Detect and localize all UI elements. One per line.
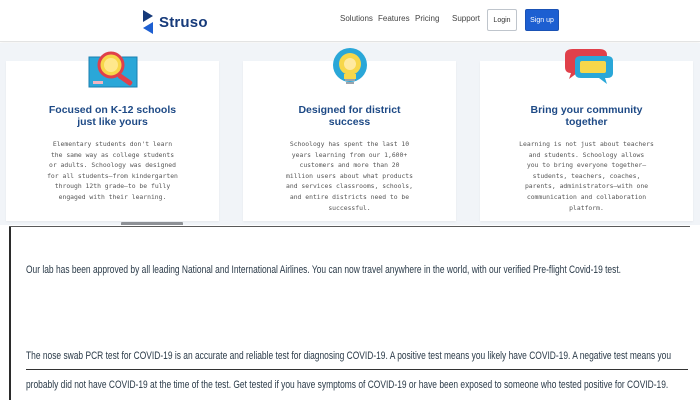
feature-description: Elementary students don't learn the same… (34, 139, 191, 203)
description-line: Elementary students don't learn (52, 140, 173, 148)
feature-title-line: success (328, 116, 371, 128)
top-navigation-bar: Struso Solutions Features Pricing Suppor… (0, 0, 700, 42)
nav-support[interactable]: Support (452, 14, 480, 23)
login-button[interactable]: Login (487, 9, 517, 31)
signup-button[interactable]: Sign up (525, 9, 559, 31)
feature-card-community: Bring your community together Learning i… (480, 49, 693, 221)
description-line: communication and collaboration (526, 192, 647, 201)
pcr-test-paragraph-line2: probably did not have COVID-19 at the ti… (26, 379, 669, 391)
feature-card-k12: Focused on K-12 schools just like yours … (6, 51, 219, 221)
features-section: Focused on K-12 schools just like yours … (0, 43, 700, 225)
description-line: and services classrooms, schools, (286, 182, 413, 191)
magnifier-illustration-icon (81, 45, 145, 100)
feature-title-line: just like yours (77, 116, 148, 128)
description-line: successful. (328, 203, 371, 212)
description-line: million users about what products (286, 171, 413, 180)
brand-name: Struso (159, 13, 208, 31)
feature-title-line: Focused on K-12 schools (48, 104, 177, 116)
lightbulb-illustration-icon (318, 45, 382, 100)
brand-logo[interactable]: Struso (140, 8, 208, 36)
nav-features[interactable]: Features (378, 14, 410, 23)
description-line: and students. Schoology allows (528, 150, 645, 159)
description-line: the same way as college students (50, 150, 175, 159)
description-line: or adults. Schoology was designed (49, 161, 176, 170)
description-line: engaged with their learning. (58, 192, 167, 201)
description-line: Schoology has spent the last 10 (289, 140, 410, 148)
feature-title: Bring your community together (480, 104, 693, 128)
feature-title: Designed for district success (243, 104, 456, 128)
description-line: platform. (569, 203, 604, 212)
description-line: Learning is not just about teachers (519, 140, 654, 148)
description-line: students, teachers, coaches, (532, 171, 641, 180)
chat-bubbles-illustration-icon (555, 45, 619, 100)
airline-approval-paragraph: Our lab has been approved by all leading… (26, 264, 622, 276)
description-line: years learning from our 1,600+ (291, 150, 408, 159)
description-line: parents, administrators—with one (524, 182, 649, 191)
left-border-line (9, 227, 11, 400)
nav-pricing[interactable]: Pricing (415, 14, 439, 23)
section-divider (9, 226, 690, 227)
text-underline-rule (26, 369, 688, 370)
feature-title-line: together (565, 116, 608, 128)
feature-card-district: Designed for district success Schoology … (243, 48, 456, 221)
struso-logo-icon (143, 10, 153, 34)
covid-info-section (0, 225, 700, 400)
description-line: customers and more than 20 (299, 161, 400, 170)
feature-title: Focused on K-12 schools just like yours (6, 104, 219, 128)
feature-description: Learning is not just about teachers and … (508, 139, 665, 213)
description-line: through 12th grade—to be fully (54, 182, 171, 191)
feature-title-line: Bring your community (530, 104, 643, 116)
description-line: you to bring everyone together— (526, 161, 647, 170)
description-line: and entire districts need to be (289, 192, 410, 201)
feature-description: Schoology has spent the last 10 years le… (271, 139, 428, 213)
feature-title-line: Designed for district (298, 104, 401, 116)
pcr-test-paragraph-line1: The nose swab PCR test for COVID-19 is a… (26, 350, 672, 362)
description-line: for all students—from kindergarten (47, 171, 178, 180)
nav-solutions[interactable]: Solutions (340, 14, 373, 23)
